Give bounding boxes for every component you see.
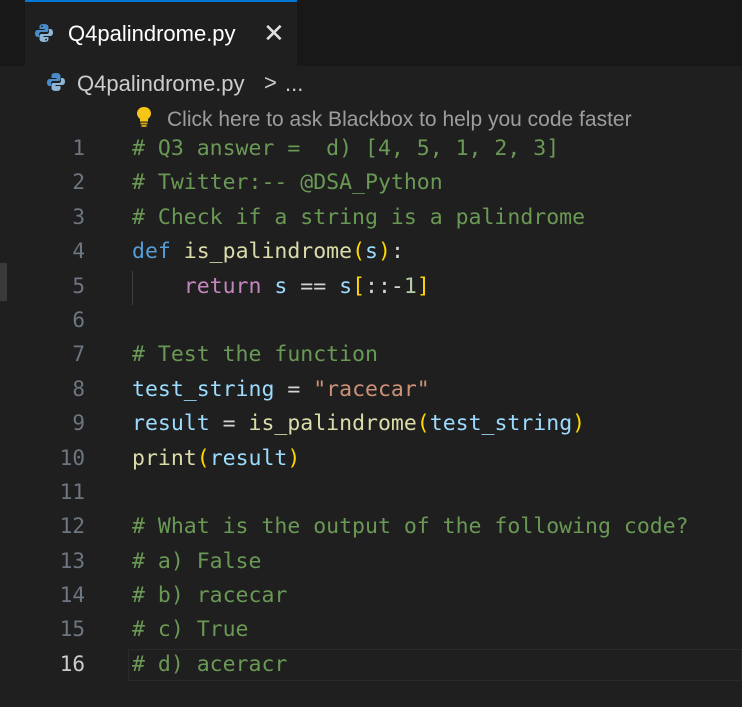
code-token: test_string (132, 376, 275, 402)
line-number: 10 (59, 445, 85, 470)
code-text: # d) aceracr (132, 652, 287, 677)
code-token: print (132, 445, 197, 471)
code-line[interactable]: 13 # a) False (0, 546, 742, 580)
code-token: # What is the output of the following co… (132, 514, 689, 540)
code-line[interactable]: 10 print(result) (0, 443, 742, 477)
code-line[interactable]: 16 # d) aceracr (0, 648, 742, 683)
code-token: : (390, 239, 404, 265)
hint-text: Click here to ask Blackbox to help you c… (167, 108, 632, 131)
code-line[interactable]: 11 (0, 477, 742, 511)
line-number: 1 (72, 136, 85, 160)
code-text: # c) True (132, 617, 249, 642)
code-token: s (274, 273, 288, 299)
tab-label: Q4palindrome.py (68, 21, 236, 46)
breadcrumb-more[interactable]: ... (285, 71, 303, 97)
code-token: ( (196, 445, 210, 471)
line-number: 6 (72, 307, 85, 332)
line-number: 3 (72, 204, 85, 229)
code-token: is_palindrome (248, 411, 417, 437)
code-token: 1 (403, 273, 417, 299)
code-line[interactable]: 1 # Q3 answer = d) [4, 5, 1, 2, 3] (0, 133, 742, 167)
code-line[interactable]: 7 # Test the function (0, 339, 742, 373)
code-text: # b) racecar (132, 583, 287, 608)
code-token: result (132, 411, 210, 437)
code-token: # Q3 answer = d) [4, 5, 1, 2, 3] (132, 136, 560, 161)
chevron-right-icon: > (264, 70, 277, 95)
code-text: # Twitter:-- @DSA_Python (132, 170, 443, 195)
python-icon (34, 23, 54, 48)
line-number: 16 (59, 651, 85, 676)
line-number: 14 (59, 583, 85, 608)
code-token: ( (416, 411, 430, 437)
code-token: result (209, 445, 288, 471)
code-token: ) (287, 445, 301, 471)
code-text: # Check if a string is a palindrome (132, 205, 585, 230)
code-token: is_palindrome (183, 239, 353, 265)
code-token: ::- (365, 273, 404, 299)
code-token: return (183, 273, 262, 299)
code-token: ) (377, 239, 391, 265)
code-token: # Twitter:-- @DSA_Python (132, 170, 443, 196)
tab-bar: Q4palindrome.py ✕ (0, 0, 742, 66)
breadcrumb-file[interactable]: Q4palindrome.py (77, 71, 245, 97)
line-number: 9 (72, 411, 85, 436)
lightbulb-icon (135, 106, 157, 134)
code-token: ( (352, 239, 366, 265)
code-text: def is_palindrome(s): (132, 239, 404, 264)
tab-q4palindrome[interactable]: Q4palindrome.py ✕ (25, 0, 297, 66)
code-token: == (287, 273, 340, 299)
code-line[interactable]: 12 # What is the output of the following … (0, 511, 742, 545)
code-line[interactable]: 4 def is_palindrome(s): (0, 236, 742, 270)
code-token: s (339, 273, 353, 299)
code-line[interactable]: 14 # b) racecar (0, 580, 742, 614)
line-number: 8 (72, 376, 85, 401)
code-token: ) (572, 411, 586, 437)
code-token: "racecar" (313, 376, 430, 402)
code-token: # d) aceracr (132, 651, 288, 677)
code-editor[interactable]: 1 # Q3 answer = d) [4, 5, 1, 2, 3] 2 # Twit… (0, 133, 742, 683)
code-text: return s == s[::-1] (132, 274, 430, 299)
line-number: 5 (72, 273, 85, 298)
code-token: = (209, 411, 249, 437)
code-token: s (365, 239, 378, 265)
code-line[interactable]: 8 test_string = "racecar" (0, 374, 742, 408)
line-number: 4 (72, 239, 85, 264)
code-token: [ (352, 273, 366, 299)
code-token: test_string (429, 411, 573, 437)
python-icon (46, 72, 66, 97)
code-line[interactable]: 2 # Twitter:-- @DSA_Python (0, 167, 742, 201)
code-text: print(result) (132, 446, 300, 471)
blackbox-hint[interactable]: Click here to ask Blackbox to help you c… (135, 106, 632, 134)
code-token: # a) False (132, 548, 262, 574)
code-token: # c) True (132, 617, 249, 643)
code-line[interactable]: 3 # Check if a string is a palindrome (0, 202, 742, 236)
code-text: result = is_palindrome(test_string) (132, 411, 585, 436)
code-line[interactable]: 6 (0, 305, 742, 339)
line-number: 11 (59, 479, 85, 504)
code-line[interactable]: 15 # c) True (0, 614, 742, 648)
line-number: 7 (72, 342, 85, 367)
line-number: 13 (59, 548, 85, 573)
line-number: 15 (59, 617, 85, 642)
breadcrumb: Q4palindrome.py > ... (0, 66, 742, 104)
code-token: def (132, 239, 171, 265)
code-text: # Q3 answer = d) [4, 5, 1, 2, 3] (132, 136, 559, 161)
code-token: # Test the function (132, 342, 378, 368)
code-token: # b) racecar (132, 583, 288, 609)
code-token: = (274, 376, 314, 402)
code-token: ] (416, 273, 430, 299)
line-number: 2 (72, 170, 85, 195)
code-text: # What is the output of the following co… (132, 514, 689, 539)
code-text: # Test the function (132, 342, 378, 367)
code-line[interactable]: 9 result = is_palindrome(test_string) (0, 408, 742, 442)
close-icon[interactable]: ✕ (263, 18, 285, 48)
code-line[interactable]: 5 return s == s[::-1] (0, 270, 742, 305)
code-token: # Check if a string is a palindrome (132, 204, 586, 230)
line-number: 12 (59, 514, 85, 539)
code-text: test_string = "racecar" (132, 377, 430, 402)
code-text: # a) False (132, 549, 261, 574)
